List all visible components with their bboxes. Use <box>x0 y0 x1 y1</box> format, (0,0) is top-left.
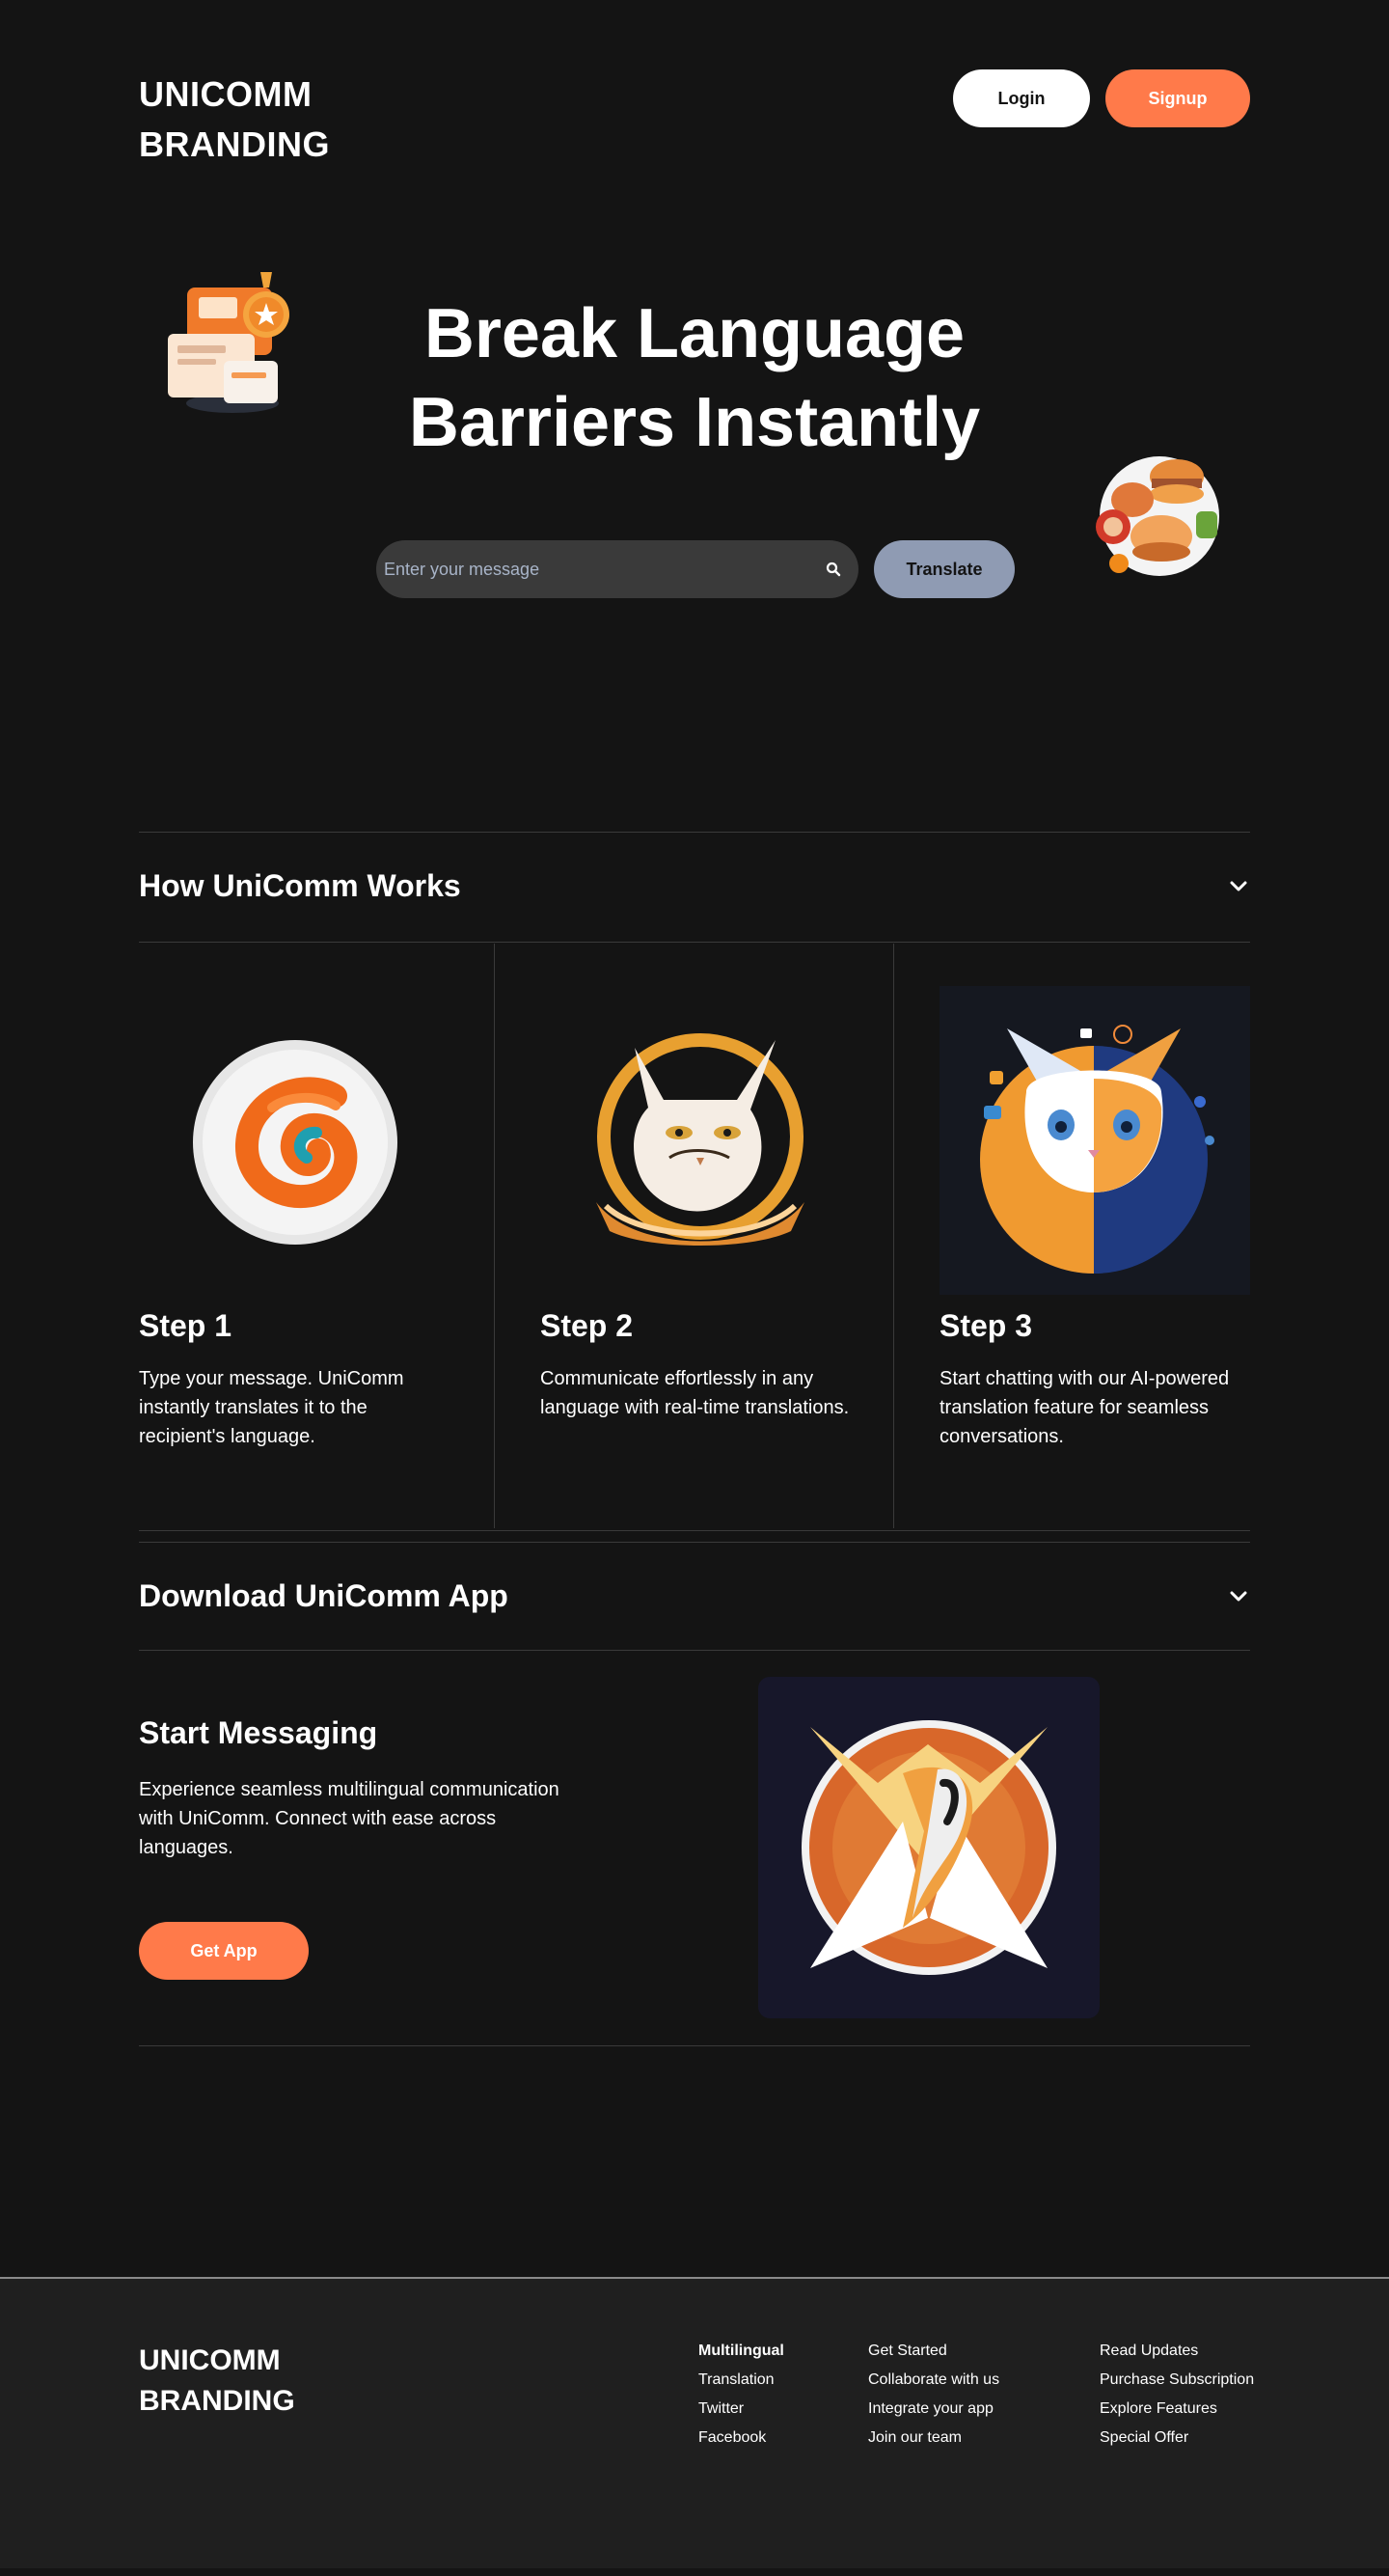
download-title[interactable]: Download UniComm App <box>139 1578 508 1614</box>
step-3-cat-ai-illustration <box>940 986 1250 1295</box>
footer-link-explore-features[interactable]: Explore Features <box>1100 2395 1254 2424</box>
footer-link-translation[interactable]: Translation <box>698 2366 784 2395</box>
section-divider <box>139 2045 1250 2046</box>
signup-button[interactable]: Signup <box>1105 69 1250 127</box>
step-2-title: Step 2 <box>540 1308 634 1343</box>
footer-link-facebook[interactable]: Facebook <box>698 2424 784 2453</box>
food-platter-illustration <box>1080 444 1235 589</box>
step-2-text: Communicate effortlessly in any language… <box>540 1368 850 1418</box>
search-bar <box>376 540 858 598</box>
footer-link-multilingual[interactable]: Multilingual <box>698 2337 784 2366</box>
chat-cards-illustration <box>160 268 305 423</box>
footer-link-special-offer[interactable]: Special Offer <box>1100 2424 1254 2453</box>
start-messaging-title: Start Messaging <box>139 1715 378 1750</box>
section-divider <box>139 1542 1250 1543</box>
footer-link-collaborate[interactable]: Collaborate with us <box>868 2366 999 2395</box>
column-divider <box>494 944 495 1528</box>
column-divider <box>893 944 894 1528</box>
section-divider <box>139 1530 1250 1531</box>
login-button[interactable]: Login <box>953 69 1090 127</box>
footer-link-twitter[interactable]: Twitter <box>698 2395 784 2424</box>
footer: UNICOMM BRANDING Multilingual Translatio… <box>0 2277 1389 2568</box>
footer-link-join-team[interactable]: Join our team <box>868 2424 999 2453</box>
translate-button[interactable]: Translate <box>874 540 1015 598</box>
footer-column-2: Get Started Collaborate with us Integrat… <box>868 2337 999 2453</box>
step-1-logo <box>191 1038 399 1247</box>
section-divider <box>139 942 1250 943</box>
chevron-down-icon[interactable] <box>1227 874 1250 897</box>
section-divider <box>139 832 1250 833</box>
footer-link-purchase-subscription[interactable]: Purchase Subscription <box>1100 2366 1254 2395</box>
brand-logo[interactable]: UNICOMM BRANDING <box>139 69 390 170</box>
app-logo-illustration <box>758 1677 1100 2018</box>
how-it-works-title[interactable]: How UniComm Works <box>139 868 461 904</box>
hero-title: Break Language Barriers Instantly <box>408 295 981 461</box>
chevron-down-icon[interactable] <box>1227 1584 1250 1607</box>
start-messaging-text: Experience seamless multilingual communi… <box>139 1779 559 1858</box>
footer-link-read-updates[interactable]: Read Updates <box>1100 2337 1254 2366</box>
search-icon[interactable] <box>824 560 843 579</box>
step-1-title: Step 1 <box>139 1308 232 1343</box>
step-1-text: Type your message. UniComm instantly tra… <box>139 1368 404 1447</box>
footer-link-integrate[interactable]: Integrate your app <box>868 2395 999 2424</box>
footer-column-1: Multilingual Translation Twitter Faceboo… <box>698 2337 784 2453</box>
footer-column-3: Read Updates Purchase Subscription Explo… <box>1100 2337 1254 2453</box>
footer-brand-logo[interactable]: UNICOMM BRANDING <box>139 2341 351 2422</box>
search-input[interactable] <box>384 559 824 580</box>
step-3-text: Start chatting with our AI-powered trans… <box>940 1368 1230 1447</box>
step-2-cat-logo <box>577 1013 824 1260</box>
section-divider <box>139 1650 1250 1651</box>
footer-link-get-started[interactable]: Get Started <box>868 2337 999 2366</box>
step-3-title: Step 3 <box>940 1308 1033 1343</box>
get-app-button[interactable]: Get App <box>139 1922 309 1980</box>
